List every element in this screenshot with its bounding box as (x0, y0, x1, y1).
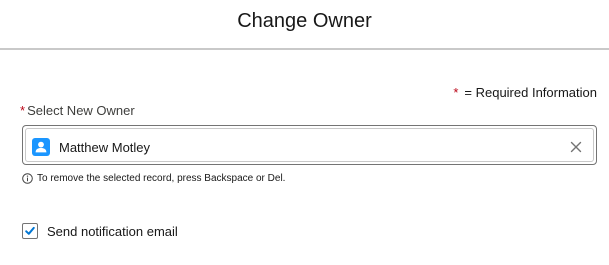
selected-owner-name: Matthew Motley (59, 140, 151, 155)
owner-field-help: To remove the selected record, press Bac… (22, 173, 285, 184)
clear-selection-icon[interactable] (569, 140, 583, 154)
required-information-text: = Required Information (464, 85, 597, 100)
modal-header: Change Owner (0, 0, 609, 50)
required-marker: * (20, 103, 26, 118)
owner-field-label-text: Select New Owner (27, 103, 135, 118)
send-notification-option[interactable]: Send notification email (22, 223, 178, 239)
owner-lookup-field[interactable]: Matthew Motley (22, 125, 597, 165)
send-notification-label: Send notification email (47, 223, 178, 239)
owner-field-help-text: To remove the selected record, press Bac… (37, 173, 286, 184)
checkmark-icon (25, 226, 35, 235)
modal-title: Change Owner (237, 10, 372, 32)
required-information-legend: * = Required Information (453, 85, 597, 100)
send-notification-checkbox[interactable] (22, 223, 38, 239)
required-marker: * (453, 85, 459, 100)
user-icon (32, 138, 50, 156)
owner-field-label: * Select New Owner (20, 103, 135, 118)
info-icon (22, 173, 33, 184)
selected-owner-pill[interactable]: Matthew Motley (25, 128, 594, 162)
